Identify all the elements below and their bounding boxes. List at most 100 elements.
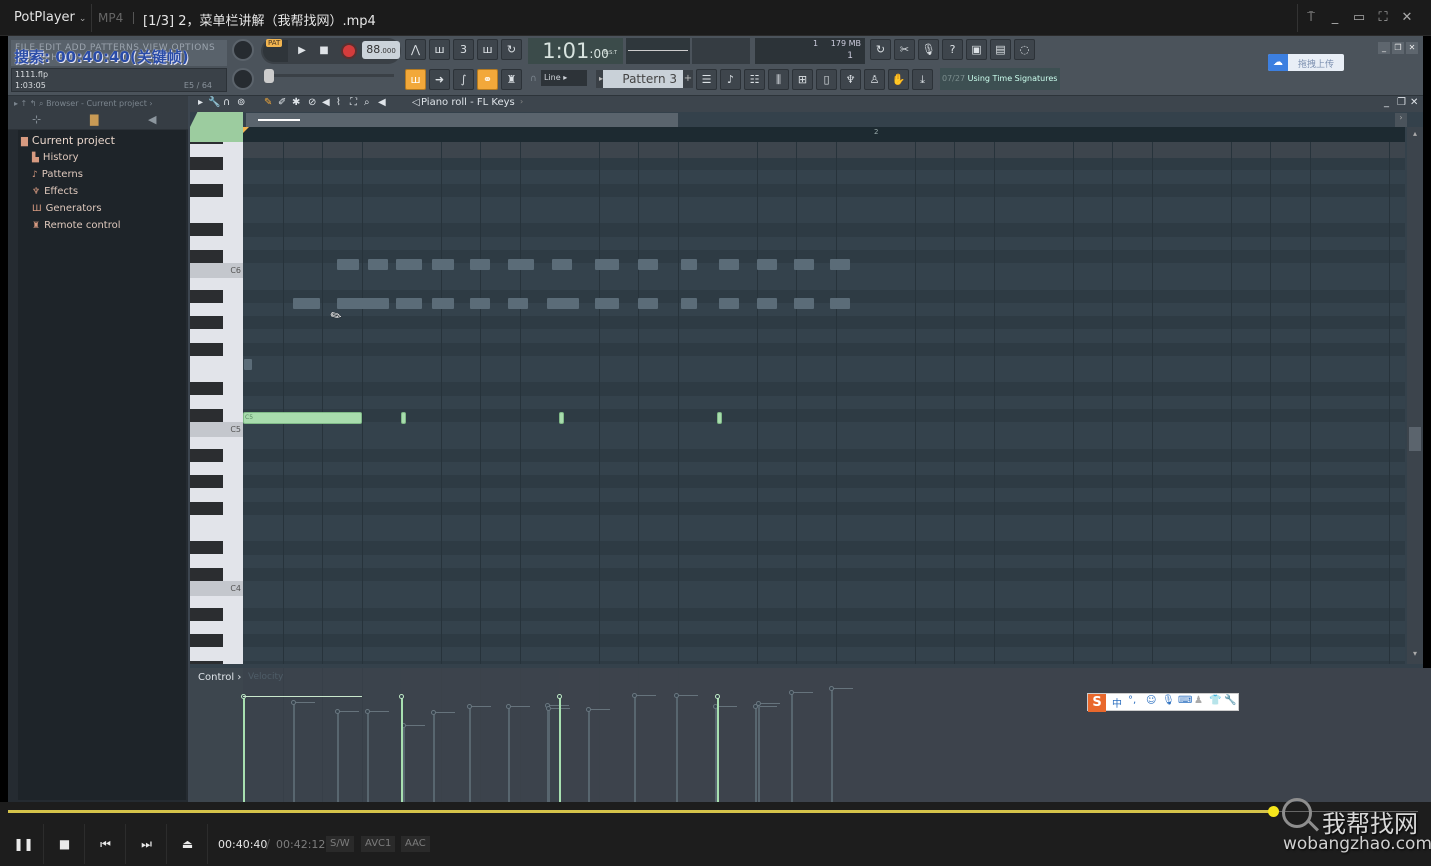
seek-knob[interactable] bbox=[1268, 806, 1279, 817]
channel-rack-icon[interactable]: ☷ bbox=[744, 69, 765, 90]
video-codec-badge[interactable]: AVC1 bbox=[361, 836, 396, 852]
velocity-bar[interactable] bbox=[337, 711, 339, 802]
plugin-db-icon[interactable]: ✋ bbox=[888, 69, 909, 90]
fl-restore-icon[interactable]: ❐ bbox=[1392, 42, 1404, 54]
master-volume-knob[interactable] bbox=[232, 39, 254, 61]
playlist-icon[interactable]: ☰ bbox=[696, 69, 717, 90]
zoom-icon[interactable]: ⌕ bbox=[364, 97, 370, 108]
black-key[interactable] bbox=[190, 501, 223, 515]
collapse-icon[interactable]: ⊹ bbox=[32, 113, 41, 126]
note[interactable] bbox=[717, 412, 722, 424]
pattern-selector[interactable]: Pattern 3 bbox=[603, 70, 683, 88]
hint-bar[interactable]: 07/27 Using Time Signatures ▸ bbox=[940, 68, 1060, 105]
velocity-bar[interactable] bbox=[293, 702, 295, 802]
piano-roll-icon[interactable]: ♪ bbox=[720, 69, 741, 90]
black-key[interactable] bbox=[190, 567, 223, 581]
menu-bar[interactable]: FILE EDIT ADD PATTERNS VIEW OPTIONS TOOL… bbox=[11, 40, 227, 85]
playback-icon[interactable]: ◀ bbox=[378, 97, 386, 108]
black-key[interactable] bbox=[190, 223, 223, 237]
velocity-handle[interactable] bbox=[715, 694, 720, 699]
project-info-icon[interactable]: ▯ bbox=[816, 69, 837, 90]
microphone-icon[interactable]: 🎙 bbox=[918, 39, 939, 60]
mixer-icon[interactable]: ⫼ bbox=[768, 69, 789, 90]
black-key[interactable] bbox=[190, 382, 223, 396]
close-icon[interactable]: ✕ bbox=[1395, 8, 1419, 28]
emoji-icon[interactable]: ☺ bbox=[1146, 695, 1156, 706]
mixer-knob-icon[interactable]: ♜ bbox=[501, 69, 522, 90]
note[interactable]: C5 bbox=[243, 412, 362, 424]
note[interactable] bbox=[559, 412, 564, 424]
velocity-bar[interactable] bbox=[791, 692, 793, 802]
pencil-icon[interactable]: ✎ bbox=[264, 97, 272, 108]
touch-controller-icon[interactable]: ♙ bbox=[864, 69, 885, 90]
wrench-icon[interactable]: 🔧 bbox=[1224, 695, 1236, 706]
typing-keyboard-icon[interactable]: ш bbox=[405, 69, 426, 90]
vertical-scrollbar[interactable]: ▴ ▾ bbox=[1407, 127, 1423, 664]
velocity-handle[interactable] bbox=[829, 686, 834, 691]
black-key[interactable] bbox=[190, 157, 223, 170]
sw-badge[interactable]: S/W bbox=[326, 836, 354, 852]
velocity-bar[interactable] bbox=[433, 712, 435, 802]
black-key[interactable] bbox=[190, 342, 223, 356]
master-pitch-knob[interactable] bbox=[232, 68, 254, 90]
punctuation-icon[interactable]: °, bbox=[1128, 695, 1136, 706]
step-forward-icon[interactable]: ➜ bbox=[429, 69, 450, 90]
velocity-handle[interactable] bbox=[789, 690, 794, 695]
user-icon[interactable]: ♟ bbox=[1194, 695, 1203, 706]
black-key[interactable] bbox=[190, 448, 223, 462]
velocity-handle[interactable] bbox=[291, 700, 296, 705]
velocity-handle[interactable] bbox=[506, 704, 511, 709]
wrench-icon[interactable]: 🔧 bbox=[208, 97, 220, 108]
tree-root[interactable]: ▇ Current project bbox=[21, 134, 115, 147]
sogou-logo-icon[interactable]: S bbox=[1088, 694, 1106, 712]
pin-icon[interactable]: ⍑ bbox=[1299, 8, 1323, 28]
note-grid[interactable]: C5 bbox=[243, 142, 1405, 664]
master-slider-handle[interactable] bbox=[264, 69, 274, 83]
velocity-bar[interactable] bbox=[469, 706, 471, 802]
velocity-bar[interactable] bbox=[548, 708, 550, 802]
velocity-bar-selected[interactable] bbox=[401, 696, 403, 802]
audio-codec-badge[interactable]: AAC bbox=[401, 836, 430, 852]
title-arrow-icon[interactable]: › bbox=[520, 97, 523, 106]
folder-icon[interactable]: ▇ bbox=[90, 113, 98, 126]
countdown-icon[interactable]: 3 bbox=[453, 39, 474, 60]
metronome-icon[interactable]: ⋀ bbox=[405, 39, 426, 60]
piano-roll-corner[interactable] bbox=[190, 112, 243, 142]
pause-button[interactable]: ❚❚ bbox=[4, 824, 44, 864]
control-selector[interactable]: Control › bbox=[198, 672, 241, 683]
browser-icon[interactable]: ⊞ bbox=[792, 69, 813, 90]
scroll-up-icon[interactable]: ▴ bbox=[1409, 129, 1421, 141]
black-key[interactable] bbox=[190, 142, 223, 144]
seek-bar-fill[interactable] bbox=[8, 810, 1274, 813]
velocity-bar[interactable] bbox=[831, 688, 833, 802]
record-icon[interactable] bbox=[341, 43, 357, 59]
play-icon[interactable]: ▶ bbox=[291, 41, 313, 61]
pattern-song-toggle[interactable]: PAT bbox=[263, 39, 288, 62]
step-edit-icon[interactable]: ш bbox=[477, 39, 498, 60]
magnet-icon[interactable]: ∩ bbox=[223, 97, 230, 108]
tree-item-history[interactable]: ▙ History bbox=[32, 152, 79, 163]
velocity-handle[interactable] bbox=[632, 693, 637, 698]
black-key[interactable] bbox=[190, 607, 223, 621]
stop-button[interactable]: ■ bbox=[45, 824, 85, 864]
black-key[interactable] bbox=[190, 660, 223, 664]
velocity-handle[interactable] bbox=[557, 694, 562, 699]
velocity-bar-selected[interactable] bbox=[243, 696, 245, 802]
speaker-icon[interactable]: ◀ bbox=[148, 113, 156, 126]
wait-input-icon[interactable]: ш bbox=[429, 39, 450, 60]
download-icon[interactable]: ⤓ bbox=[912, 69, 933, 90]
black-key[interactable] bbox=[190, 541, 223, 555]
zoom-toggle-icon[interactable]: › bbox=[1395, 113, 1407, 127]
help-icon[interactable]: ? bbox=[942, 39, 963, 60]
pr-minimize-icon[interactable]: _ bbox=[1384, 97, 1389, 108]
skin-icon[interactable]: 👕 bbox=[1209, 695, 1221, 706]
velocity-handle[interactable] bbox=[674, 693, 679, 698]
song-position-display[interactable]: 1:01:00 B:S:T bbox=[528, 38, 623, 64]
vertical-scroll-thumb[interactable] bbox=[1409, 427, 1421, 451]
eject-button[interactable]: ⏏ bbox=[168, 824, 208, 864]
pr-restore-icon[interactable]: ❐ bbox=[1397, 97, 1406, 108]
paint-brush-icon[interactable]: ✱ bbox=[292, 97, 300, 108]
velocity-bar-selected[interactable] bbox=[559, 696, 561, 802]
loop-record-icon[interactable]: ↻ bbox=[501, 39, 522, 60]
slice-icon[interactable]: ⌇ bbox=[336, 97, 341, 108]
